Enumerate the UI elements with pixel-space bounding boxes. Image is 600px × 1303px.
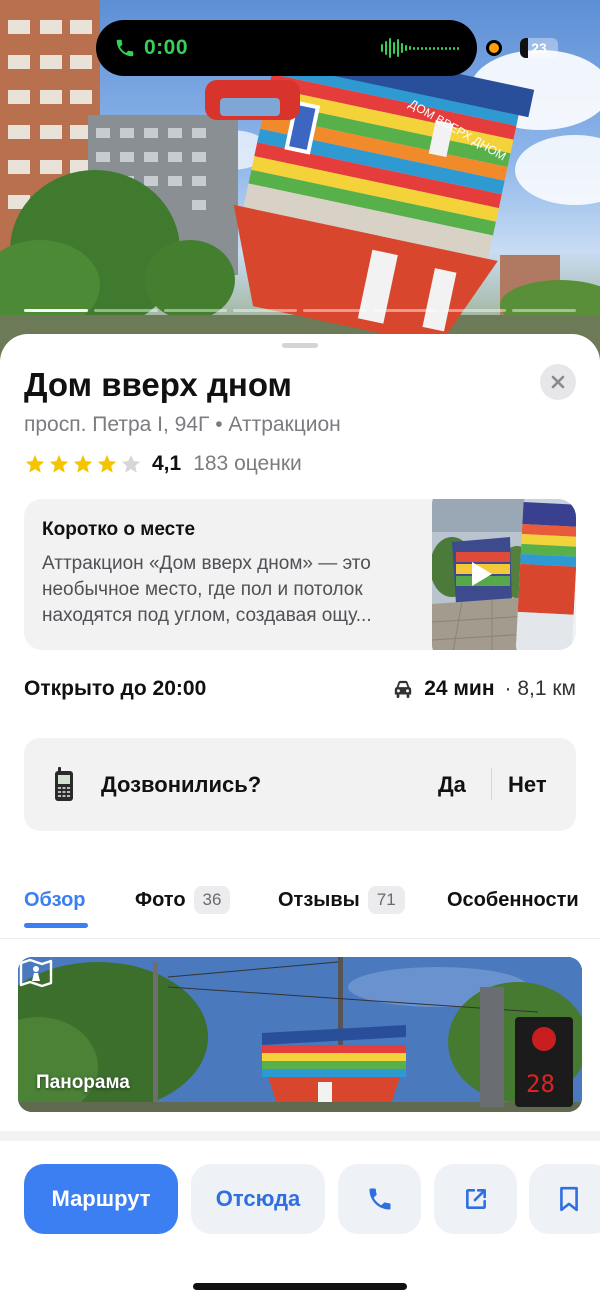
battery-level: 23: [531, 40, 547, 56]
place-tabs: Обзор Фото 36 Отзывы 71 Особенности: [0, 875, 600, 939]
opening-hours: Открыто до 20:00: [24, 677, 207, 700]
photo-thumbnail-image: [515, 499, 576, 650]
mobile-phone-icon: [55, 767, 73, 801]
tab-count-badge: 71: [367, 886, 405, 914]
panorama-card[interactable]: 28 Панорама: [18, 957, 582, 1112]
travel-distance: · 8,1 км: [504, 677, 576, 700]
ratings-count: 183 оценки: [193, 452, 302, 475]
call-yes-button[interactable]: Да: [438, 772, 466, 798]
tab-label: Отзывы: [278, 888, 360, 911]
rating-row[interactable]: 4,1 183 оценки: [24, 450, 302, 478]
photo-carousel-progress: [24, 309, 576, 313]
svg-text:28: 28: [526, 1070, 555, 1098]
share-icon: [465, 1189, 486, 1209]
call-button[interactable]: [338, 1164, 421, 1234]
star-filled-icon: [73, 454, 93, 473]
tab-features[interactable]: Особенности: [447, 883, 579, 917]
tab-label: Фото: [135, 888, 186, 911]
home-indicator[interactable]: [193, 1283, 407, 1290]
place-title: Дом вверх дном: [24, 366, 292, 403]
call-no-button[interactable]: Нет: [508, 772, 547, 798]
travel-time: 24 мин: [424, 677, 495, 700]
star-empty-icon: [121, 454, 141, 473]
about-place-card[interactable]: Коротко о месте Аттракцион «Дом вверх дн…: [24, 499, 576, 650]
star-filled-icon: [49, 454, 69, 473]
panorama-label: Панорама: [36, 1072, 130, 1093]
call-timer: 0:00: [144, 36, 189, 59]
video-thumbnail[interactable]: [432, 499, 528, 650]
tab-overview[interactable]: Обзор: [24, 883, 86, 917]
rating-value: 4,1: [152, 452, 182, 475]
close-icon: [551, 375, 565, 389]
battery-indicator: 23: [520, 38, 558, 58]
hours-route-row[interactable]: Открыто до 20:00 24 мин · 8,1 км: [24, 674, 576, 704]
share-button[interactable]: [434, 1164, 517, 1234]
section-divider: [0, 1131, 600, 1141]
play-icon: [472, 562, 492, 586]
place-card-sheet: Дом вверх дном просп. Петра I, 94Г • Атт…: [0, 334, 600, 1303]
star-filled-icon: [97, 454, 117, 473]
star-filled-icon: [25, 454, 45, 473]
privacy-indicator-icon: [486, 40, 502, 56]
call-question: Дозвонились?: [101, 772, 262, 797]
phone-icon: [369, 1188, 390, 1210]
close-button[interactable]: [540, 364, 576, 400]
divider: [491, 768, 492, 800]
about-heading: Коротко о месте: [42, 519, 196, 540]
phone-call-icon: [116, 39, 134, 57]
car-icon: [395, 680, 412, 699]
route-button[interactable]: Маршрут: [24, 1164, 178, 1234]
sheet-grabber[interactable]: [282, 343, 318, 348]
photo-thumbnail[interactable]: [515, 499, 576, 650]
action-bar: Маршрут Отсюда: [0, 1164, 600, 1234]
active-tab-indicator: [24, 923, 88, 928]
audio-waveform-icon: [381, 37, 459, 59]
tab-label: Обзор: [24, 888, 86, 911]
panorama-icon: [19, 958, 53, 988]
call-feedback-card: Дозвонились? Да Нет: [24, 738, 576, 831]
about-text: Аттракцион «Дом вверх дном» — это необыч…: [42, 553, 372, 626]
bookmark-icon: [560, 1186, 578, 1212]
call-status-pill[interactable]: 0:00: [96, 20, 477, 76]
tab-label: Особенности: [447, 888, 579, 911]
tab-count-badge: 36: [193, 886, 231, 914]
place-address-category: просп. Петра I, 94Г • Аттракцион: [24, 413, 341, 436]
route-info[interactable]: 24 мин · 8,1 км: [392, 677, 576, 701]
tab-photos[interactable]: Фото 36: [135, 883, 231, 917]
tab-reviews[interactable]: Отзывы 71: [278, 883, 405, 917]
from-here-button[interactable]: Отсюда: [191, 1164, 325, 1234]
bookmark-button[interactable]: [529, 1164, 600, 1234]
rating-stars: [24, 453, 142, 475]
